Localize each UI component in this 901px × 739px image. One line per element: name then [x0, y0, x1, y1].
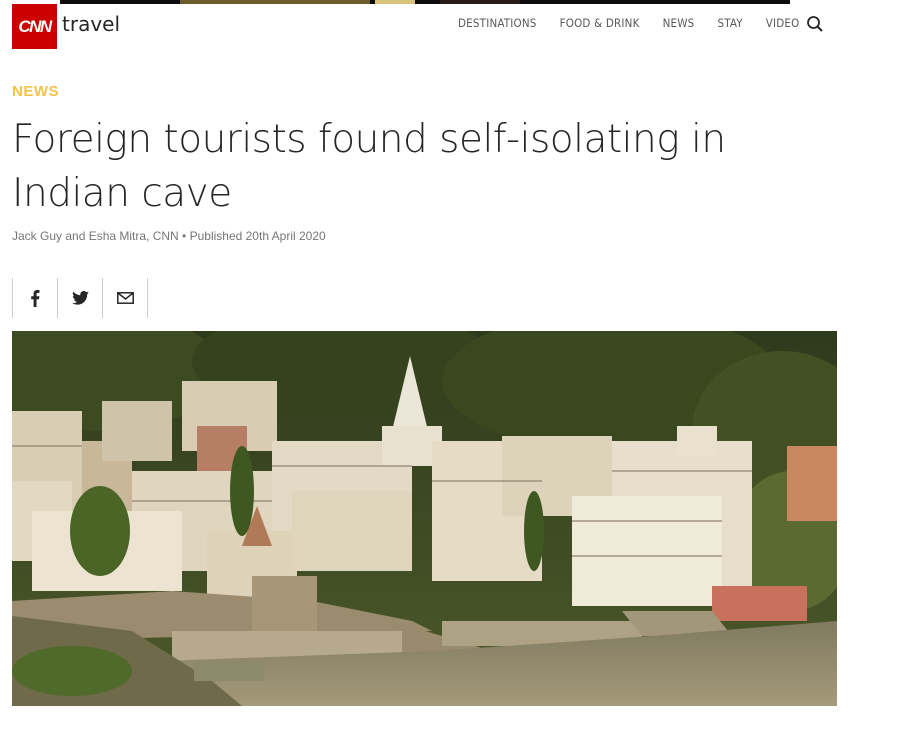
main-nav: DESTINATIONS FOOD & DRINK NEWS STAY VIDE…	[458, 16, 823, 30]
nav-news[interactable]: NEWS	[663, 16, 695, 30]
article-byline: Jack Guy and Esha Mitra, CNN • Published…	[12, 229, 326, 243]
nav-video[interactable]: VIDEO	[766, 16, 800, 30]
share-bar	[12, 278, 148, 318]
nav-destinations[interactable]: DESTINATIONS	[458, 16, 537, 30]
share-email-button[interactable]	[102, 278, 148, 318]
travel-brand[interactable]: travel	[62, 12, 120, 36]
page-title: Foreign tourists found self-isolating in…	[12, 117, 726, 216]
email-icon	[116, 292, 134, 304]
search-icon[interactable]	[806, 15, 824, 33]
share-twitter-button[interactable]	[57, 278, 102, 318]
hero-image	[12, 331, 837, 706]
cnn-logo[interactable]: CNN	[12, 4, 57, 49]
facebook-icon	[31, 289, 40, 307]
twitter-icon	[71, 291, 89, 305]
nav-food-drink[interactable]: FOOD & DRINK	[560, 16, 640, 30]
top-image-strip	[60, 0, 790, 4]
share-facebook-button[interactable]	[12, 278, 57, 318]
article-kicker[interactable]: NEWS	[12, 83, 59, 100]
nav-stay[interactable]: STAY	[717, 16, 742, 30]
